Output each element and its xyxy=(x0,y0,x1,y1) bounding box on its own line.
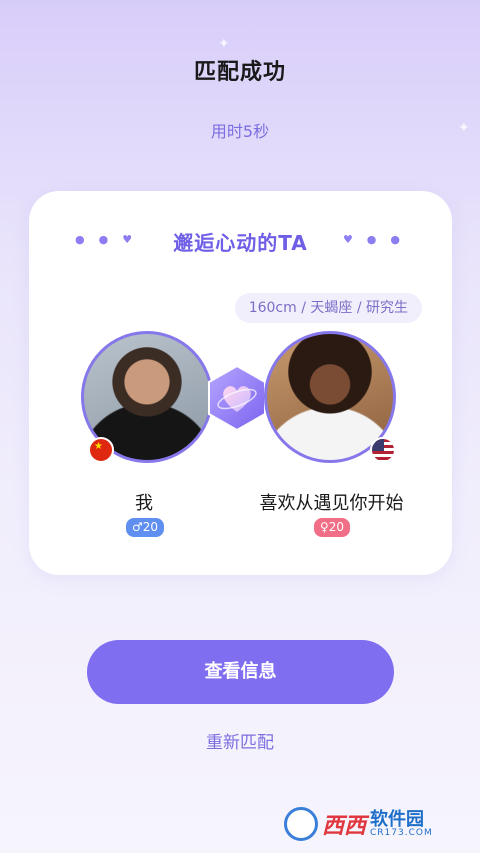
page-title: 匹配成功 xyxy=(193,60,286,85)
decorative-dots-right: ♥●● xyxy=(342,233,414,246)
match-name: 喜欢从遇见你开始 xyxy=(259,493,404,514)
partner-info-pill: 160cm / 天蝎座 / 研究生 xyxy=(234,293,422,323)
heart-icon xyxy=(203,364,271,432)
my-name: 我 xyxy=(135,493,153,514)
watermark-logo: 西西 软件园 CR173.COM xyxy=(284,804,462,844)
male-age-badge: ♂20 xyxy=(126,518,165,537)
china-flag-icon: ★ xyxy=(88,437,114,463)
match-card: ●●♥ 邂逅心动的TA ♥●● 160cm / 天蝎座 / 研究生 ★ 我 喜欢… xyxy=(29,191,452,575)
match-duration: 用时5秒 xyxy=(210,122,270,141)
watermark-icon xyxy=(284,807,318,841)
view-info-button[interactable]: 查看信息 xyxy=(87,640,394,704)
female-age-badge: ♀20 xyxy=(314,518,351,537)
sparkle-icon: ✦ xyxy=(218,36,230,52)
rematch-button[interactable]: 重新匹配 xyxy=(0,728,480,753)
watermark-name: 软件园 xyxy=(370,808,425,830)
usa-flag-icon xyxy=(370,437,396,463)
watermark-url: CR173.COM xyxy=(370,827,433,838)
watermark-brand: 西西 xyxy=(322,814,367,839)
